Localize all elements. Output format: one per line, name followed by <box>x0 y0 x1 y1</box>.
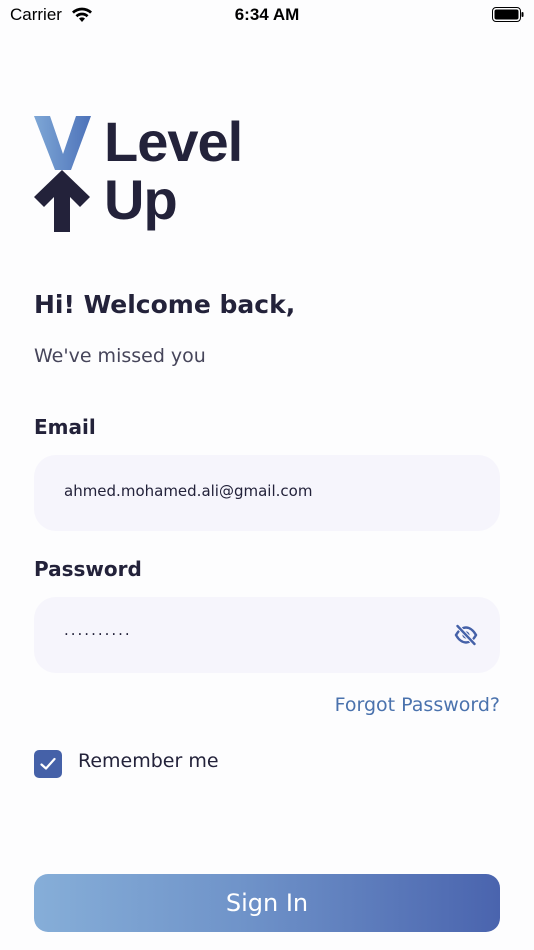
email-value: ahmed.mohamed.ali@gmail.com <box>64 482 313 500</box>
status-bar: Carrier 6:34 AM <box>0 0 534 30</box>
password-value: .......... <box>64 621 132 639</box>
up-arrow-icon <box>34 170 90 232</box>
logo-text-up: Up <box>104 168 178 231</box>
battery-icon <box>492 7 524 22</box>
v-mark-icon <box>34 116 91 170</box>
sign-in-button[interactable]: Sign In <box>34 874 500 932</box>
logo-text-level: Level <box>104 110 243 173</box>
remember-me-label[interactable]: Remember me <box>78 750 219 772</box>
password-label: Password <box>34 557 142 581</box>
forgot-password-link[interactable]: Forgot Password? <box>335 694 500 716</box>
welcome-heading: Hi! Welcome back, <box>34 290 296 319</box>
email-label: Email <box>34 415 96 439</box>
remember-me-checkbox[interactable] <box>34 750 62 778</box>
welcome-subtitle: We've missed you <box>34 345 206 367</box>
login-screen: Carrier 6:34 AM Level Up Hi! Welcome bac… <box>0 0 534 950</box>
password-field[interactable]: .......... <box>34 597 500 673</box>
email-field[interactable]: ahmed.mohamed.ali@gmail.com <box>34 455 500 531</box>
checkmark-icon <box>40 757 56 770</box>
eye-off-icon[interactable] <box>454 624 478 646</box>
clock-time: 6:34 AM <box>234 5 300 24</box>
level-up-logo: Level Up <box>34 114 274 234</box>
